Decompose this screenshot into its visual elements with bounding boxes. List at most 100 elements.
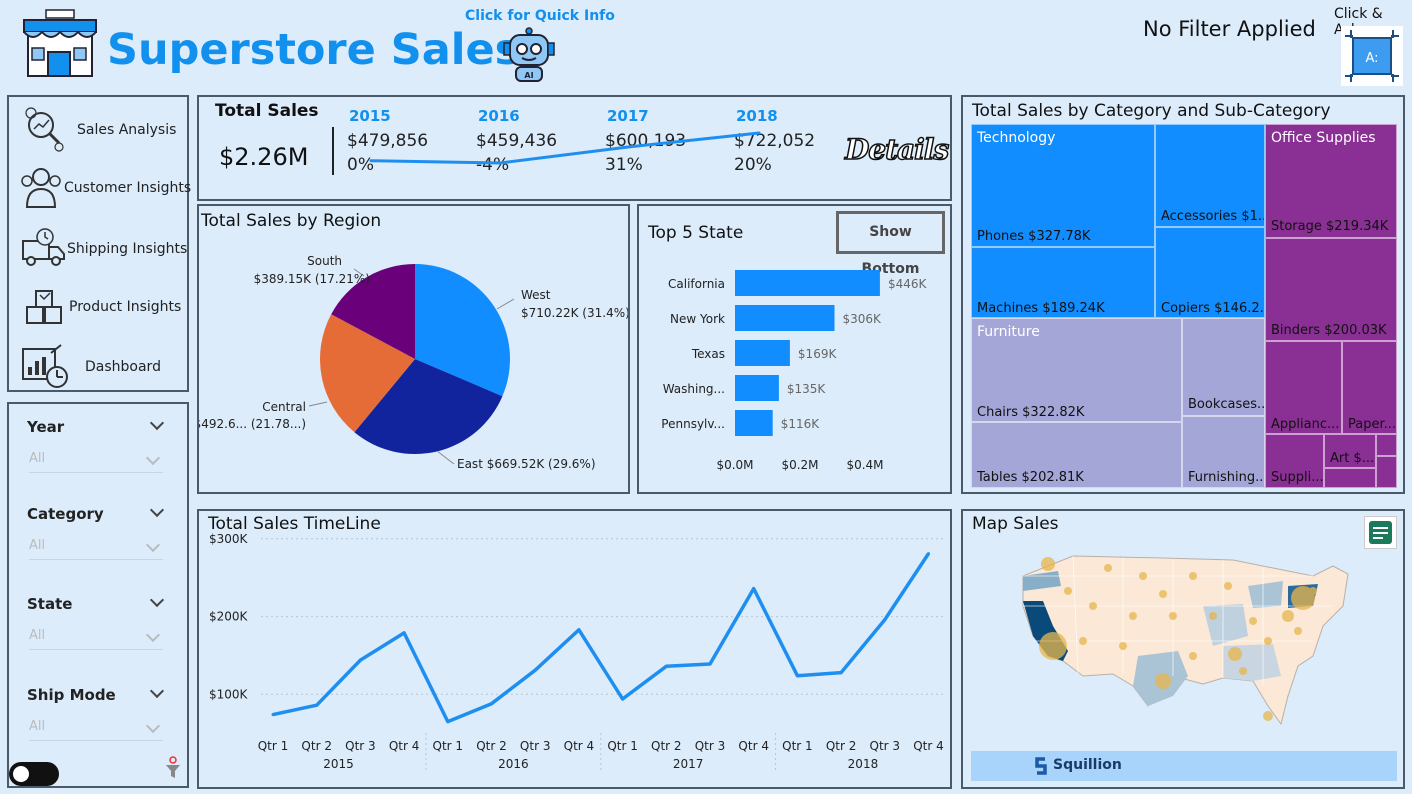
slicer-value: All [29, 451, 163, 473]
category-label: Furniture [977, 324, 1040, 340]
x-tick-quarter: Qtr 2 [651, 739, 682, 753]
nav-customer-insights[interactable]: Customer Insights [9, 161, 191, 213]
timeline-point[interactable] [402, 631, 406, 635]
timeline-point[interactable] [664, 664, 668, 668]
details-button[interactable]: Details [844, 132, 950, 167]
timeline-point[interactable] [883, 618, 887, 622]
clear-filter-icon[interactable] [165, 756, 181, 780]
state-bar[interactable] [735, 375, 779, 401]
nav-label: Sales Analysis [77, 122, 177, 138]
timeline-point[interactable] [708, 662, 712, 666]
cell-label: Suppli... [1271, 470, 1324, 485]
timeline-point[interactable] [490, 702, 493, 706]
qa-button[interactable]: A: [1341, 26, 1403, 86]
sales-analysis-icon [25, 107, 64, 152]
cell-label: Phones $327.78K [977, 229, 1091, 244]
cell-label: Chairs $322.82K [977, 405, 1085, 420]
treemap-cell-phones[interactable]: Technology Phones $327.78K [971, 124, 1155, 247]
nav-dashboard[interactable]: Dashboard [9, 339, 187, 391]
slicer-value: All [29, 628, 163, 650]
timeline-point[interactable] [358, 658, 362, 662]
ship-mode-slicer[interactable]: Ship Mode All [9, 672, 187, 752]
treemap-cell-other-2[interactable] [1376, 434, 1397, 456]
map-panel: Map Sales Squillion [961, 509, 1405, 789]
pie-label: East $669.52K (29.6%) [457, 457, 596, 471]
ai-robot-icon[interactable]: AI [500, 27, 558, 83]
region-panel: Total Sales by Region West $710.22K (31.4… [197, 204, 630, 494]
treemap-cell-bookcases[interactable]: Bookcases... [1182, 318, 1265, 416]
timeline-point[interactable] [271, 713, 275, 717]
treemap-cell-accessories[interactable]: Accessories $1... [1155, 124, 1265, 227]
nav-product-insights[interactable]: Product Insights [9, 279, 187, 331]
category-slicer[interactable]: Category All [9, 492, 187, 572]
x-tick-quarter: Qtr 1 [607, 739, 638, 753]
nav-sales-analysis[interactable]: Sales Analysis [9, 103, 187, 155]
state-bar[interactable] [735, 340, 790, 366]
state-bar[interactable] [735, 270, 880, 296]
treemap-cell-other-1[interactable] [1324, 468, 1376, 488]
timeline-point[interactable] [752, 587, 756, 591]
region-pie-chart[interactable]: West $710.22K (31.4%) East $669.52K (29.6%… [199, 206, 628, 492]
x-tick-year: 2016 [498, 757, 529, 771]
x-tick-quarter: Qtr 2 [301, 739, 332, 753]
pie-label: $710.22K (31.4%) [521, 306, 628, 320]
timeline-point[interactable] [795, 674, 799, 678]
timeline-point[interactable] [315, 703, 319, 707]
state-bar[interactable] [735, 410, 773, 436]
treemap-cell-binders[interactable]: Binders $200.03K [1265, 238, 1397, 341]
bar-value-label: $116K [781, 417, 821, 431]
x-tick-year: 2015 [323, 757, 354, 771]
timeline-point[interactable] [839, 671, 843, 675]
treemap-cell-storage[interactable]: Office Supplies Storage $219.34K [1265, 124, 1397, 238]
svg-text:A:: A: [1365, 51, 1378, 66]
map-table-button[interactable] [1364, 516, 1397, 549]
nav-label: Shipping Insights [67, 241, 188, 257]
toggle-switch[interactable] [9, 762, 59, 786]
treemap-cell-furnishings[interactable]: Furnishing... [1182, 416, 1265, 488]
timeline-series-line[interactable] [272, 552, 930, 724]
sparkline-line [369, 131, 761, 165]
chevron-down-icon [149, 592, 165, 608]
us-map[interactable] [1013, 546, 1353, 731]
treemap-cell-paper[interactable]: Paper... [1342, 341, 1397, 434]
x-tick-quarter: Qtr 4 [913, 739, 944, 753]
treemap-cell-art[interactable]: Art $... [1324, 434, 1376, 468]
treemap-chart[interactable]: Technology Phones $327.78K Accessories $… [971, 124, 1397, 488]
timeline-point[interactable] [927, 552, 930, 556]
chevron-down-icon [149, 415, 165, 431]
timeline-point[interactable] [577, 628, 581, 632]
quick-info-link[interactable]: Click for Quick Info [465, 8, 615, 24]
nav-shipping-insights[interactable]: Shipping Insights [9, 221, 187, 273]
brand-bar: Squillion [971, 751, 1397, 781]
treemap-cell-tables[interactable]: Tables $202.81K [971, 422, 1182, 488]
cell-label: Bookcases... [1188, 397, 1265, 412]
category-label: Technology [977, 130, 1056, 146]
state-bar[interactable] [735, 305, 835, 331]
y-tick-label: $300K [209, 532, 249, 546]
map-title: Map Sales [972, 514, 1059, 534]
top-states-panel: Top 5 State Show Bottom California $446K N… [637, 204, 952, 494]
slicer-panel: Year All Category All State All Ship Mod… [7, 402, 189, 788]
x-tick-quarter: Qtr 4 [738, 739, 769, 753]
top-states-bar-chart[interactable]: California $446K New York $306K Texas $169K Wa… [639, 206, 950, 492]
treemap-cell-copiers[interactable]: Copiers $146.2... [1155, 227, 1265, 318]
year-slicer[interactable]: Year All [9, 404, 187, 484]
timeline-point[interactable] [533, 668, 537, 672]
treemap-cell-supplies[interactable]: Suppli... [1265, 434, 1324, 488]
cell-label: Accessories $1... [1161, 209, 1265, 224]
customer-insights-icon [21, 168, 61, 208]
treemap-cell-appliances[interactable]: Applianc... [1265, 341, 1342, 434]
x-tick-quarter: Qtr 4 [564, 739, 595, 753]
cell-label: Binders $200.03K [1271, 323, 1387, 338]
treemap-cell-machines[interactable]: Machines $189.24K [971, 247, 1155, 318]
treemap-cell-other-3[interactable] [1376, 456, 1397, 488]
timeline-point[interactable] [621, 697, 625, 701]
qa-icon: A: [1345, 30, 1399, 82]
timeline-line-chart[interactable]: $300K $200K $100K Qtr 1 Qtr 2 Qtr 3 Qtr 4 Qtr 1… [199, 511, 950, 787]
cell-label: Copiers $146.2... [1161, 301, 1265, 316]
timeline-point[interactable] [446, 720, 450, 724]
treemap-cell-chairs[interactable]: Furniture Chairs $322.82K [971, 318, 1182, 422]
cell-label: Art $... [1330, 451, 1375, 466]
state-slicer[interactable]: State All [9, 582, 187, 662]
state-label: Texas [691, 347, 725, 361]
